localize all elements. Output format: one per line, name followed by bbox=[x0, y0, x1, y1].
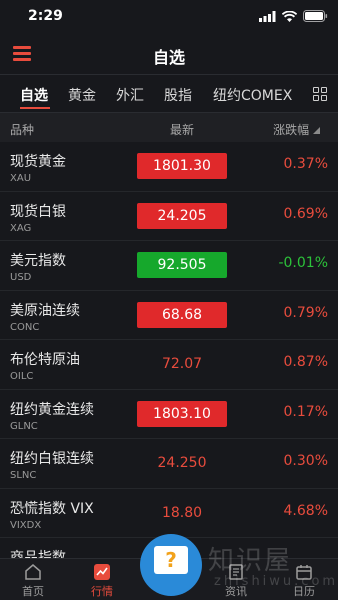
instrument-name: 美原油连续 bbox=[10, 302, 80, 319]
grid-icon[interactable] bbox=[313, 87, 327, 101]
tabbar-home[interactable]: 首页 bbox=[5, 563, 61, 599]
price-value: 68.68 bbox=[137, 301, 227, 328]
table-row[interactable]: 美元指数 USD 92.505 -0.01% bbox=[0, 241, 338, 291]
active-tab-indicator bbox=[20, 107, 50, 109]
home-icon bbox=[25, 564, 41, 580]
col-change[interactable]: 涨跌幅 bbox=[273, 121, 320, 138]
change-value: 0.37% bbox=[283, 156, 328, 172]
question-icon: ? bbox=[165, 548, 177, 572]
change-value: 0.79% bbox=[283, 304, 328, 321]
change-value: 4.68% bbox=[283, 502, 328, 519]
price-value: 1801.30 bbox=[137, 153, 227, 179]
price-value: 24.205 bbox=[137, 202, 227, 229]
help-button[interactable]: ? bbox=[140, 534, 202, 596]
tabbar-home-label: 首页 bbox=[22, 585, 44, 598]
instrument-name: 现货黄金 bbox=[10, 154, 66, 170]
instrument-name: 美元指数 bbox=[10, 253, 66, 269]
chart-icon bbox=[94, 564, 110, 580]
price-value: 92.505 bbox=[137, 252, 227, 278]
instrument-name: 布伦特原油 bbox=[10, 352, 80, 368]
watermark-url: zhishiwu.com bbox=[214, 574, 338, 589]
instrument-code: SLNC bbox=[10, 470, 37, 481]
signal-icon bbox=[259, 10, 276, 22]
quote-list: 现货黄金 XAU 1801.30 0.37% 现货白银 XAG 24.205 0… bbox=[0, 142, 338, 588]
col-latest: 最新 bbox=[170, 123, 195, 137]
instrument-name: 现货白银 bbox=[10, 203, 66, 220]
price-value: 1803.10 bbox=[137, 400, 227, 427]
status-time: 2:29 bbox=[28, 8, 63, 24]
col-change-label: 涨跌幅 bbox=[273, 123, 310, 137]
table-row[interactable]: 布伦特原油 OILC 72.07 0.87% bbox=[0, 340, 338, 390]
instrument-code: CONC bbox=[10, 321, 40, 333]
wifi-icon bbox=[282, 10, 297, 22]
status-icons bbox=[259, 10, 328, 22]
tab-gold[interactable]: 黄金 bbox=[68, 85, 96, 105]
change-value: 0.17% bbox=[283, 403, 328, 420]
change-value: 0.30% bbox=[283, 453, 328, 469]
instrument-name: 恐慌指数 VIX bbox=[10, 500, 94, 517]
table-row[interactable]: 恐慌指数 VIX VIXDX 18.80 4.68% bbox=[0, 489, 338, 538]
table-row[interactable]: 美原油连续 CONC 68.68 0.79% bbox=[0, 291, 338, 340]
tab-forex[interactable]: 外汇 bbox=[116, 85, 144, 105]
instrument-code: XAU bbox=[10, 173, 32, 184]
sort-icon bbox=[313, 127, 320, 134]
instrument-code: VIXDX bbox=[10, 519, 42, 531]
table-header: 品种 最新 涨跌幅 bbox=[0, 112, 338, 142]
table-row[interactable]: 现货黄金 XAU 1801.30 0.37% bbox=[0, 142, 338, 192]
battery-icon bbox=[303, 10, 328, 22]
instrument-code: XAG bbox=[10, 222, 32, 234]
col-name: 品种 bbox=[10, 123, 35, 137]
category-tabs: 自选 黄金 外汇 股指 纽约COMEX bbox=[0, 74, 338, 112]
help-screen-icon: ? bbox=[154, 546, 188, 574]
price-value: 24.250 bbox=[157, 455, 207, 471]
instrument-code: USD bbox=[10, 272, 32, 283]
tab-stock-index[interactable]: 股指 bbox=[164, 85, 192, 105]
instrument-code: OILC bbox=[10, 371, 34, 382]
tab-watchlist[interactable]: 自选 bbox=[20, 85, 48, 105]
page-title: 自选 bbox=[152, 48, 185, 67]
table-row[interactable]: 纽约黄金连续 GLNC 1803.10 0.17% bbox=[0, 390, 338, 439]
instrument-code: GLNC bbox=[10, 420, 38, 432]
app-header: 自选 bbox=[0, 34, 338, 74]
tabbar-market-label: 行情 bbox=[91, 585, 113, 598]
tabbar-market[interactable]: 行情 bbox=[74, 563, 130, 599]
table-row[interactable]: 现货白银 XAG 24.205 0.69% bbox=[0, 192, 338, 241]
status-bar: 2:29 bbox=[0, 0, 338, 34]
change-value: -0.01% bbox=[278, 255, 328, 271]
watermark-logo: 知识屋 bbox=[208, 546, 293, 576]
table-row[interactable]: 纽约白银连续 SLNC 24.250 0.30% bbox=[0, 439, 338, 489]
price-value: 18.80 bbox=[161, 504, 203, 521]
change-value: 0.69% bbox=[283, 205, 328, 222]
change-value: 0.87% bbox=[283, 354, 328, 370]
instrument-name: 纽约黄金连续 bbox=[10, 401, 94, 418]
instrument-name: 纽约白银连续 bbox=[10, 451, 94, 467]
price-value: 72.07 bbox=[161, 356, 203, 372]
tab-comex[interactable]: 纽约COMEX bbox=[213, 85, 292, 105]
